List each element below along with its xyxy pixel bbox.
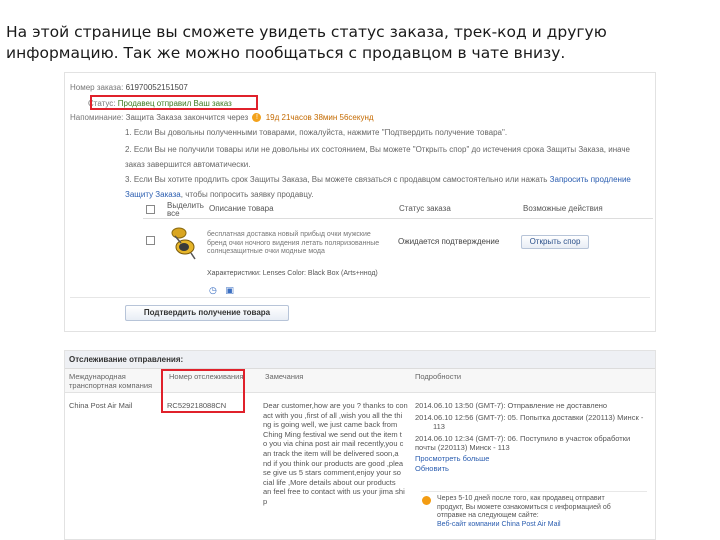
confirm-receipt-button[interactable]: Подтвердить получение товара	[125, 305, 289, 321]
tip-3: 3. Если Вы хотите продлить срок Защиты З…	[125, 175, 631, 184]
product-status: Ожидается подтверждение	[398, 237, 500, 246]
tip-1: 1. Если Вы довольны полученными товарами…	[125, 128, 508, 137]
tracking-title: Отслеживание отправления:	[69, 355, 184, 364]
page-caption: На этой странице вы сможете увидеть стат…	[6, 23, 607, 62]
product-image[interactable]	[167, 225, 199, 263]
refresh-link[interactable]: Обновить	[415, 464, 651, 474]
order-number-row: Номер заказа: 61970052151507	[70, 83, 188, 92]
open-dispute-button[interactable]: Открыть спор	[521, 235, 589, 249]
tip-2: 2. Если Вы не получили товары или не дов…	[125, 145, 631, 154]
order-number-value: 61970052151507	[125, 83, 188, 92]
reminder-text: Защита Заказа закончится через	[125, 113, 249, 122]
divider	[70, 297, 650, 298]
tracking-tip: Через 5-10 дней после того, как продавец…	[421, 491, 647, 537]
products-table-header: Выделить все Описание товара Статус зака…	[143, 201, 653, 219]
product-description[interactable]: бесплатная доставка новый прибыд очки му…	[207, 231, 387, 257]
tracking-event: почты (220113) Минск - 113	[415, 443, 510, 453]
product-action-icons: ◷ ▣	[209, 285, 234, 296]
header-status: Статус заказа	[399, 204, 451, 213]
header-actions: Возможные действия	[523, 204, 603, 213]
tracking-columns: Международная транспортная компания Номе…	[65, 369, 655, 393]
tracking-event: 2014.06.10 12:56 (GMT-7): 05. Попытка до…	[415, 412, 644, 422]
order-panel: Номер заказа: 61970052151507 Статус: Про…	[64, 72, 656, 332]
tip-3-continued: Защиту Заказа, чтобы попросить заявку пр…	[125, 190, 314, 199]
header-select-all: Выделить все	[167, 201, 204, 218]
seller-notes: Dear customer,how are you ? thanks to co…	[263, 401, 408, 506]
select-all-checkbox[interactable]	[146, 205, 155, 214]
info-icon[interactable]: !	[252, 113, 262, 123]
clock-icon[interactable]: ◷	[209, 285, 217, 295]
tracking-panel: Отслеживание отправления: Международная …	[64, 350, 656, 540]
tip-2-continued: заказ завершится автоматически.	[125, 160, 251, 169]
order-protection-link[interactable]: Защиту Заказа	[125, 190, 181, 199]
header-description: Описание товара	[209, 204, 274, 213]
tracking-number[interactable]: RC529218088CN	[167, 401, 226, 411]
reminder-timer: 19д 21часов 38мин 56секунд	[265, 113, 374, 122]
view-more-link[interactable]: Просмотреть больше	[415, 454, 651, 464]
tracking-event: 113	[433, 422, 445, 432]
image-icon[interactable]: ▣	[225, 285, 234, 295]
carrier-name: China Post Air Mail	[69, 401, 133, 410]
product-characteristics: Характеристики: Lenses Color: Black Box …	[207, 270, 378, 277]
carrier-website-link[interactable]: Веб-сайт компании China Post Air Mail	[437, 521, 647, 530]
order-number-label: Номер заказа:	[70, 83, 124, 92]
tracking-event: 2014.06.10 12:34 (GMT-7): 06. Поступило …	[415, 433, 631, 443]
col-carrier: Международная транспортная компания	[69, 372, 153, 390]
tracking-header-bar: Отслеживание отправления:	[65, 351, 655, 369]
col-notes: Замечания	[265, 372, 304, 381]
tracking-details: 2014.06.10 13:50 (GMT-7): Отправление не…	[415, 401, 651, 473]
tracking-event: 2014.06.10 13:50 (GMT-7): Отправление не…	[415, 401, 608, 410]
extend-protection-link[interactable]: Запросить продление	[550, 175, 631, 184]
tip-icon	[422, 496, 431, 505]
col-details: Подробности	[415, 372, 462, 381]
reminder-label: Напоминание:	[70, 113, 124, 122]
reminder-row: Напоминание: Защита Заказа закончится че…	[70, 113, 374, 123]
product-checkbox[interactable]	[146, 236, 155, 245]
status-highlight-box	[90, 95, 258, 110]
